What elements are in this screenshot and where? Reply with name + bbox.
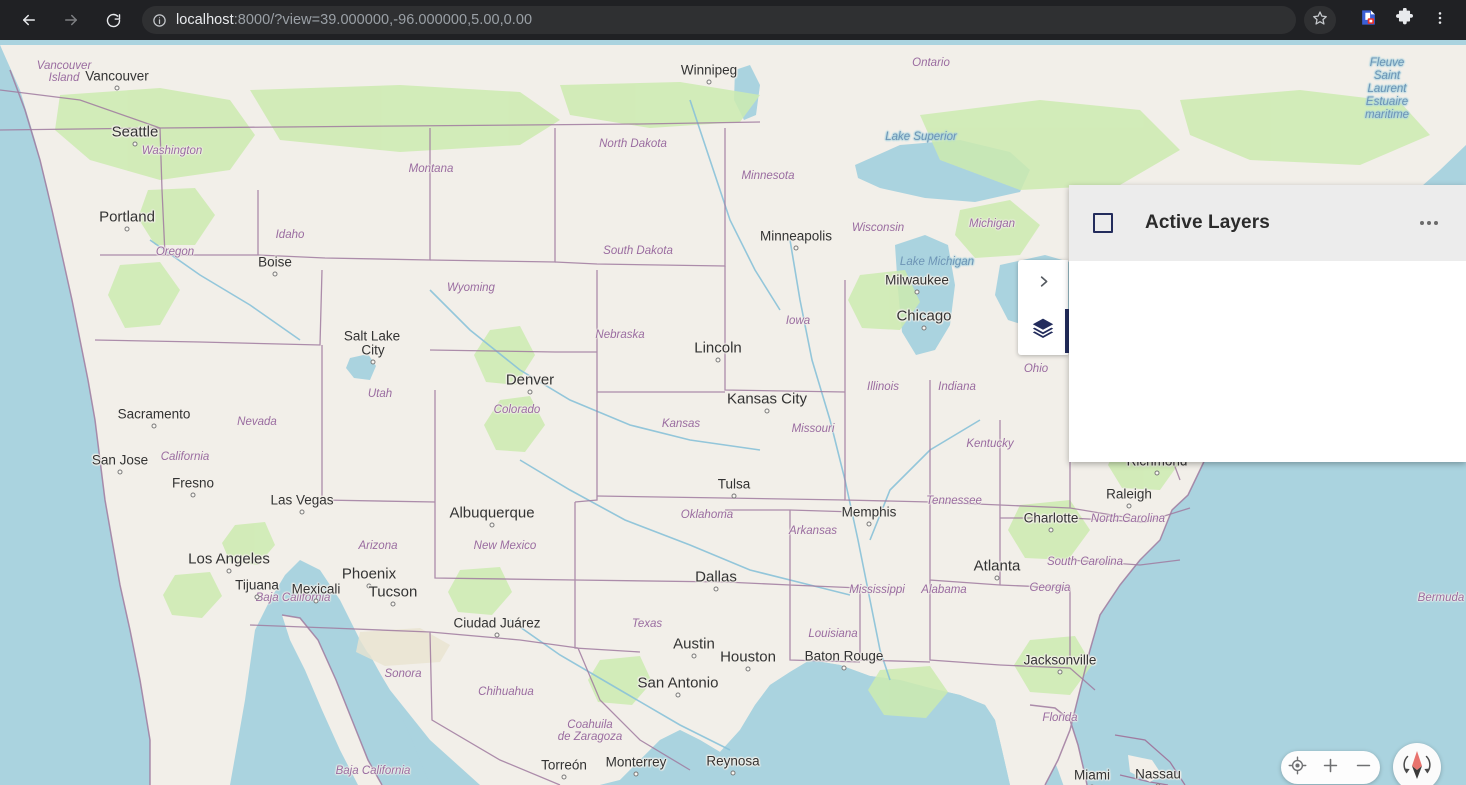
minus-icon — [1354, 756, 1373, 780]
url-text: localhost:8000/?view=39.000000,-96.00000… — [176, 12, 533, 28]
geolocate-button[interactable] — [1283, 753, 1313, 783]
plus-icon — [1321, 756, 1340, 780]
active-layers-panel: Active Layers — [1069, 185, 1466, 462]
back-button[interactable] — [14, 5, 44, 35]
compass-reset-rotation-button[interactable] — [1393, 743, 1441, 785]
active-layers-header: Active Layers — [1069, 185, 1466, 261]
map-tool-rail — [1018, 260, 1069, 355]
layers-stack-icon — [1031, 316, 1055, 345]
map-zoom-controls — [1281, 751, 1380, 784]
site-info-icon[interactable] — [152, 13, 167, 28]
reload-icon — [105, 12, 122, 29]
browser-toolbar: localhost:8000/?view=39.000000,-96.00000… — [0, 0, 1466, 40]
extensions-puzzle-icon — [1395, 7, 1414, 32]
active-layers-list[interactable] — [1069, 261, 1466, 462]
zoom-out-button[interactable] — [1349, 753, 1379, 783]
active-layers-select-all-checkbox[interactable] — [1093, 213, 1113, 233]
overflow-menu-icon-dot — [1420, 221, 1424, 225]
overflow-menu-icon-dot — [1434, 221, 1438, 225]
browser-menu-kebab-icon — [1432, 10, 1448, 31]
forward-arrow-icon — [62, 11, 80, 29]
active-layers-menu-button[interactable] — [1416, 210, 1442, 236]
extension-shield-icon — [1359, 8, 1378, 32]
layers-tool-button[interactable] — [1018, 307, 1069, 354]
expand-panel-button[interactable] — [1018, 260, 1068, 307]
overflow-menu-icon-dot — [1427, 221, 1431, 225]
reload-button[interactable] — [98, 5, 128, 35]
compass-needle-icon — [1397, 745, 1437, 785]
active-layers-title: Active Layers — [1145, 212, 1270, 233]
map-viewport[interactable]: Vancouver Island Washington Oregon Idaho Mont… — [0, 40, 1466, 785]
bookmark-star-button[interactable] — [1304, 6, 1336, 34]
browser-menu-button[interactable] — [1425, 5, 1455, 35]
forward-button[interactable] — [56, 5, 86, 35]
zoom-in-button[interactable] — [1316, 753, 1346, 783]
extension-shield-button[interactable] — [1353, 5, 1383, 35]
back-arrow-icon — [20, 11, 38, 29]
bookmark-star-icon — [1312, 10, 1328, 31]
address-bar[interactable]: localhost:8000/?view=39.000000,-96.00000… — [142, 6, 1296, 34]
chevron-right-icon — [1036, 274, 1051, 294]
geolocate-crosshair-icon — [1288, 756, 1307, 780]
extensions-puzzle-button[interactable] — [1389, 5, 1419, 35]
